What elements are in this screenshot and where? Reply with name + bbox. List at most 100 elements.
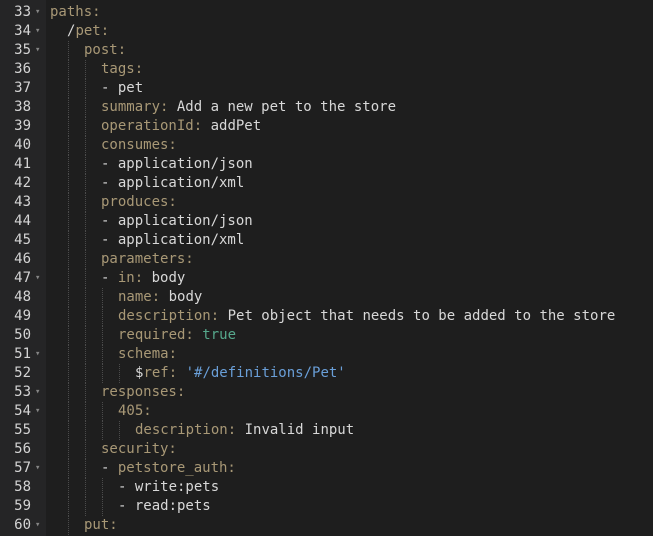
code-text[interactable]: name: body [118, 288, 202, 307]
code-line[interactable]: 54 ▾ 405: [0, 402, 653, 421]
indent-guide [119, 364, 120, 383]
indent-guide [85, 174, 86, 193]
code-line[interactable]: 52 $ref: '#/definitions/Pet' [0, 364, 653, 383]
code-line[interactable]: 60 ▾ put: [0, 516, 653, 535]
indent-guide [85, 383, 86, 402]
code-text[interactable]: paths: [50, 3, 101, 22]
code-line[interactable]: 50 required: true [0, 326, 653, 345]
code-text[interactable]: - in: body [101, 269, 185, 288]
code-line[interactable]: 40 consumes: [0, 136, 653, 155]
indent-guide [85, 212, 86, 231]
line-number: 38 [14, 99, 31, 115]
code-text[interactable]: parameters: [101, 250, 194, 269]
indent-guide [85, 136, 86, 155]
code-line[interactable]: 42 - application/xml [0, 174, 653, 193]
code-token: description: [118, 308, 220, 324]
indent-guide [102, 402, 103, 421]
fold-arrow-icon[interactable]: ▾ [35, 402, 43, 421]
code-text[interactable]: - application/xml [101, 174, 244, 193]
code-token: - application/json [101, 156, 253, 172]
code-line[interactable]: 58 - write:pets [0, 478, 653, 497]
code-line[interactable]: 49 description: Pet object that needs to … [0, 307, 653, 326]
code-editor[interactable]: 33 ▾ paths: 34 ▾/pet: 35 ▾ post: 36 tags: 37- pet 3… [0, 0, 653, 536]
code-token: parameters: [101, 251, 194, 267]
indent-guide [102, 345, 103, 364]
indent-guide [85, 497, 86, 516]
code-line[interactable]: 44 - application/json [0, 212, 653, 231]
line-number: 57 [14, 460, 31, 476]
code-line[interactable]: 57 ▾ - petstore_auth: [0, 459, 653, 478]
code-text[interactable]: - read:pets [118, 497, 211, 516]
fold-arrow-icon[interactable]: ▾ [35, 345, 43, 364]
code-line[interactable]: 35 ▾ post: [0, 41, 653, 60]
indent-guide [68, 231, 69, 250]
indent-guide [68, 174, 69, 193]
indent-guide [68, 516, 69, 535]
code-line[interactable]: 59 - read:pets [0, 497, 653, 516]
code-line[interactable]: 45 - application/xml [0, 231, 653, 250]
code-text[interactable]: 405: [118, 402, 152, 421]
code-text[interactable]: - application/json [101, 155, 253, 174]
code-line[interactable]: 39 operationId: addPet [0, 117, 653, 136]
fold-arrow-icon[interactable]: ▾ [35, 383, 43, 402]
fold-arrow-icon[interactable]: ▾ [35, 22, 43, 41]
code-line[interactable]: 43 produces: [0, 193, 653, 212]
indent-guide [68, 117, 69, 136]
code-text[interactable]: post: [84, 41, 126, 60]
code-line[interactable]: 51 ▾ schema: [0, 345, 653, 364]
code-token: summary: [101, 99, 169, 115]
code-text[interactable]: - write:pets [118, 478, 219, 497]
fold-arrow-icon[interactable]: ▾ [35, 269, 43, 288]
fold-arrow-icon[interactable]: ▾ [35, 516, 43, 535]
code-line[interactable]: 36 tags: [0, 60, 653, 79]
fold-arrow-icon[interactable]: ▾ [35, 459, 43, 478]
code-text[interactable]: security: [101, 440, 177, 459]
code-line[interactable]: 38 summary: Add a new pet to the store [0, 98, 653, 117]
code-text[interactable]: responses: [101, 383, 185, 402]
code-line[interactable]: 34 ▾ /pet: [0, 22, 653, 41]
indent-guide [68, 440, 69, 459]
code-text[interactable]: put: [84, 516, 118, 535]
code-line[interactable]: 37 - pet [0, 79, 653, 98]
code-line[interactable]: 55 description: Invalid input [0, 421, 653, 440]
indent-guide [85, 421, 86, 440]
code-text[interactable]: schema: [118, 345, 177, 364]
code-line[interactable]: 41 - application/json [0, 155, 653, 174]
code-text[interactable]: required: true [118, 326, 236, 345]
code-line[interactable]: 48 name: body [0, 288, 653, 307]
code-text[interactable]: $ref: '#/definitions/Pet' [135, 364, 346, 383]
code-line[interactable]: 33 ▾ paths: [0, 3, 653, 22]
line-number: 41 [14, 156, 31, 172]
code-line[interactable]: 56 security: [0, 440, 653, 459]
line-number: 56 [14, 441, 31, 457]
code-token: paths: [50, 4, 101, 20]
code-text[interactable]: - application/json [101, 212, 253, 231]
code-line[interactable]: 53 ▾ responses: [0, 383, 653, 402]
fold-arrow-icon[interactable]: ▾ [35, 3, 43, 22]
code-token: name: [118, 289, 161, 305]
code-text[interactable]: - pet [101, 79, 143, 98]
code-text[interactable]: - petstore_auth: [101, 459, 236, 478]
code-token: required: [118, 327, 194, 343]
indent-guide [68, 136, 69, 155]
code-text[interactable]: summary: Add a new pet to the store [101, 98, 396, 117]
code-text[interactable]: operationId: addPet [101, 117, 261, 136]
code-text[interactable]: produces: [101, 193, 177, 212]
code-text[interactable]: description: Pet object that needs to be… [118, 307, 615, 326]
code-text[interactable]: - application/xml [101, 231, 244, 250]
code-text[interactable]: tags: [101, 60, 143, 79]
code-line[interactable]: 46 parameters: [0, 250, 653, 269]
code-text[interactable]: /pet: [67, 22, 109, 41]
code-line[interactable]: 47 ▾ - in: body [0, 269, 653, 288]
code-text[interactable]: consumes: [101, 136, 177, 155]
indent-guide [85, 345, 86, 364]
code-token: - application/json [101, 213, 253, 229]
code-token: put: [84, 517, 118, 533]
indent-guide [85, 231, 86, 250]
code-text[interactable]: description: Invalid input [135, 421, 354, 440]
line-number: 40 [14, 137, 31, 153]
indent-guide [68, 478, 69, 497]
fold-arrow-icon[interactable]: ▾ [35, 41, 43, 60]
indent-guide [68, 307, 69, 326]
line-number: 59 [14, 498, 31, 514]
